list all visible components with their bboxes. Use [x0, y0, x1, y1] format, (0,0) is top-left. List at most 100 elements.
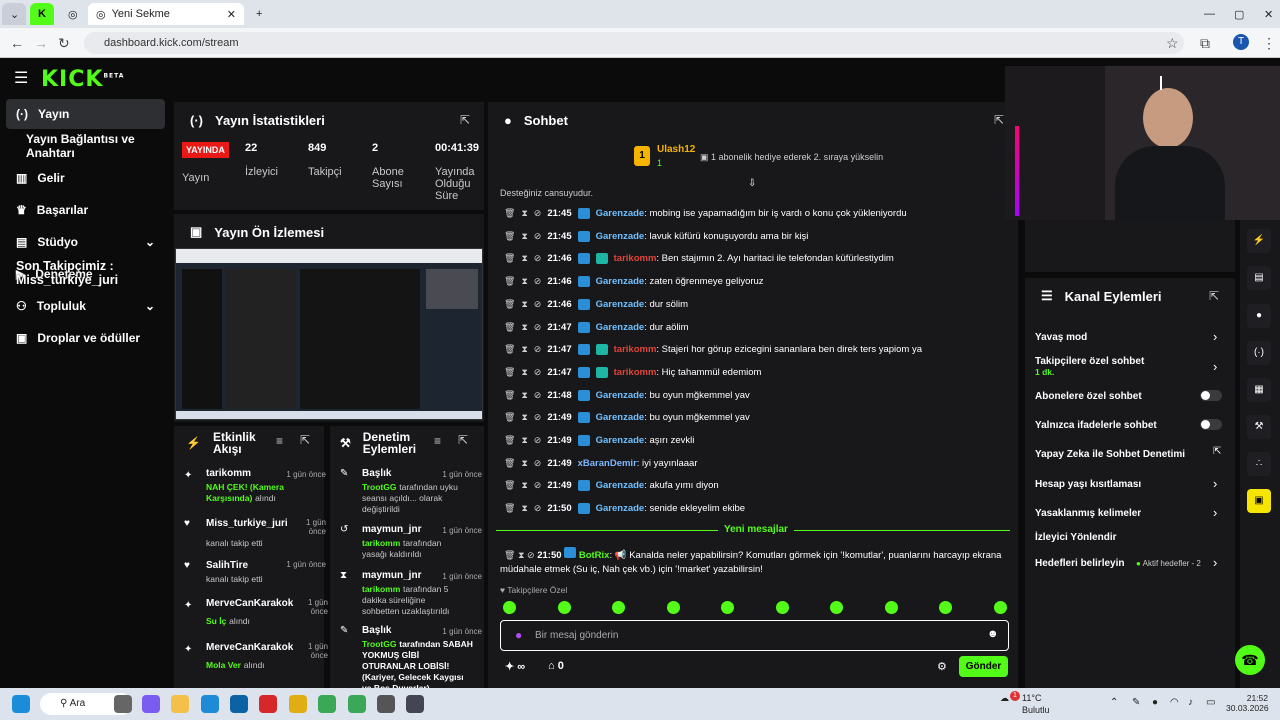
clapper-icon[interactable]: ▣ — [1247, 489, 1271, 513]
back-icon[interactable]: ← — [10, 35, 24, 51]
start-icon[interactable] — [12, 695, 30, 713]
microphone-icon[interactable]: ● — [515, 628, 522, 642]
edge-icon[interactable] — [201, 695, 219, 713]
slow-mode[interactable]: Yavaş mod — [1035, 332, 1087, 343]
ban-icon[interactable]: ⊘ — [534, 208, 542, 219]
ban-icon[interactable]: ⊘ — [534, 458, 542, 469]
file-explorer-icon[interactable] — [171, 695, 189, 713]
clock[interactable]: 21:52 30.03.2026 — [1226, 693, 1269, 713]
emote-button[interactable] — [721, 601, 734, 614]
trash-icon[interactable]: 🗑 — [504, 344, 515, 355]
ban-icon[interactable]: ⊘ — [534, 390, 542, 401]
filter-icon[interactable]: ≡ — [276, 434, 283, 448]
trash-icon[interactable]: 🗑 — [504, 550, 515, 560]
trash-icon[interactable]: 🗑 — [504, 208, 515, 219]
settings-icon[interactable]: ⚙ — [937, 660, 947, 673]
trash-icon[interactable]: 🗑 — [504, 435, 515, 446]
emote-button[interactable] — [775, 601, 789, 614]
tab-close-icon[interactable]: ✕ — [227, 8, 236, 21]
ban-icon[interactable]: ⊘ — [527, 550, 535, 560]
help-headset-icon[interactable]: ☎ — [1235, 645, 1265, 675]
maximize-button[interactable]: ▢ — [1226, 3, 1252, 25]
viewer-points[interactable]: ✦ ∞ — [505, 660, 525, 673]
sidebar-item-achievements[interactable]: ♛ Başarılar — [6, 195, 165, 225]
ai-moderation[interactable]: Yapay Zeka ile Sohbet Denetimi — [1035, 449, 1185, 460]
trash-icon[interactable]: 🗑 — [504, 412, 515, 423]
pinned-tab-icon[interactable]: ◎ — [60, 3, 84, 25]
chat-username[interactable]: Garenzade — [596, 412, 645, 423]
dots-icon[interactable]: ∴ — [1247, 452, 1271, 476]
document-icon[interactable]: ▤ — [1247, 266, 1271, 290]
scroll-down-icon[interactable]: ⇩ — [748, 178, 756, 189]
chat-username[interactable]: Garenzade — [596, 208, 645, 219]
chat-input[interactable]: ● Bir mesaj gönderin ☻ — [500, 620, 1009, 651]
popout-icon[interactable]: ⇱ — [458, 433, 468, 447]
sidebar-item-stream-key[interactable]: Yayın Bağlantısı ve Anahtarı — [6, 131, 176, 161]
timeout-icon[interactable]: ⧗ — [521, 435, 527, 446]
wifi-icon[interactable]: ◠ — [1170, 697, 1179, 708]
profile-avatar[interactable]: T — [1233, 34, 1249, 50]
sidebar-item-community[interactable]: ⚇ Topluluk ⌄ — [6, 291, 165, 321]
minimize-button[interactable]: — — [1196, 3, 1223, 25]
url-field[interactable]: dashboard.kick.com/stream — [84, 32, 1184, 54]
chrome-active-icon[interactable] — [318, 695, 336, 713]
sidebar-item-stream[interactable]: (·) Yayın — [6, 99, 165, 129]
timeout-icon[interactable]: ⧗ — [521, 208, 527, 219]
popout-icon[interactable]: ⇱ — [1209, 289, 1219, 303]
timeout-icon[interactable]: ⧗ — [521, 503, 527, 514]
obs-icon[interactable] — [377, 695, 395, 713]
trash-icon[interactable]: 🗑 — [504, 276, 515, 287]
new-tab-button[interactable]: + — [248, 3, 268, 25]
emote-button[interactable] — [884, 601, 898, 614]
preview-video[interactable] — [175, 248, 483, 420]
ban-icon[interactable]: ⊘ — [534, 344, 542, 355]
account-age-limit[interactable]: Hesap yaşı kısıtlaması — [1035, 479, 1141, 490]
broadcast-icon[interactable]: (·) — [1247, 341, 1271, 365]
chat-username[interactable]: Garenzade — [596, 435, 645, 446]
hamburger-menu-icon[interactable]: ☰ — [14, 68, 28, 88]
task-view-icon[interactable] — [114, 695, 132, 713]
timeout-icon[interactable]: ⧗ — [518, 550, 524, 560]
set-goals[interactable]: Hedefleri belirleyin — [1035, 558, 1124, 569]
chat-username[interactable]: Garenzade — [596, 276, 645, 287]
volume-icon[interactable]: ♪ — [1188, 697, 1193, 708]
ban-icon[interactable]: ⊘ — [534, 253, 542, 264]
settings-icon[interactable] — [406, 695, 424, 713]
trash-icon[interactable]: 🗑 — [504, 253, 515, 264]
emote-button[interactable] — [612, 601, 625, 614]
timeout-icon[interactable]: ⧗ — [521, 480, 527, 491]
weather-widget[interactable]: ☁ 1 11°C Bulutlu — [1000, 691, 1050, 715]
emote-button[interactable] — [830, 601, 843, 614]
ban-icon[interactable]: ⊘ — [534, 503, 542, 514]
emote-button[interactable] — [666, 601, 680, 614]
followers-only-chat[interactable]: Takipçilere özel sohbet — [1035, 356, 1144, 367]
battery-icon[interactable]: ▭ — [1206, 697, 1215, 708]
kick-logo[interactable]: KICKBETA — [41, 67, 124, 92]
chat-username[interactable]: Garenzade — [596, 503, 645, 514]
timeout-icon[interactable]: ⧗ — [521, 322, 527, 333]
timeout-icon[interactable]: ⧗ — [521, 367, 527, 378]
timeout-icon[interactable]: ⧗ — [521, 458, 527, 469]
bookmark-star-icon[interactable]: ☆ — [1166, 35, 1179, 52]
channel-points[interactable]: ⌂ 0 — [548, 660, 564, 672]
pinned-user[interactable]: Ulash12 — [657, 144, 695, 155]
forward-icon[interactable]: → — [34, 35, 48, 51]
reload-icon[interactable]: ↻ — [58, 35, 70, 52]
chevron-right-icon[interactable]: › — [1213, 476, 1217, 491]
app-l-icon[interactable] — [259, 695, 277, 713]
emote-button[interactable] — [503, 601, 516, 614]
trash-icon[interactable]: 🗑 — [504, 367, 515, 378]
emote-button[interactable] — [993, 601, 1007, 614]
ban-icon[interactable]: ⊘ — [534, 412, 542, 423]
lightning-icon[interactable]: ⚡ — [1247, 229, 1271, 253]
timeout-icon[interactable]: ⧗ — [521, 276, 527, 287]
emoji-picker-icon[interactable]: ☻ — [987, 628, 999, 640]
chevron-right-icon[interactable]: › — [1213, 555, 1217, 570]
sidebar-item-drops[interactable]: ▣ Droplar ve ödüller — [6, 323, 165, 353]
store-icon[interactable] — [230, 695, 248, 713]
chrome-profile-icon[interactable] — [348, 695, 366, 713]
sidebar-item-revenue[interactable]: ▥ Gelir — [6, 163, 165, 193]
timeout-icon[interactable]: ⧗ — [521, 344, 527, 355]
timeout-icon[interactable]: ⧗ — [521, 299, 527, 310]
trash-icon[interactable]: 🗑 — [504, 299, 515, 310]
